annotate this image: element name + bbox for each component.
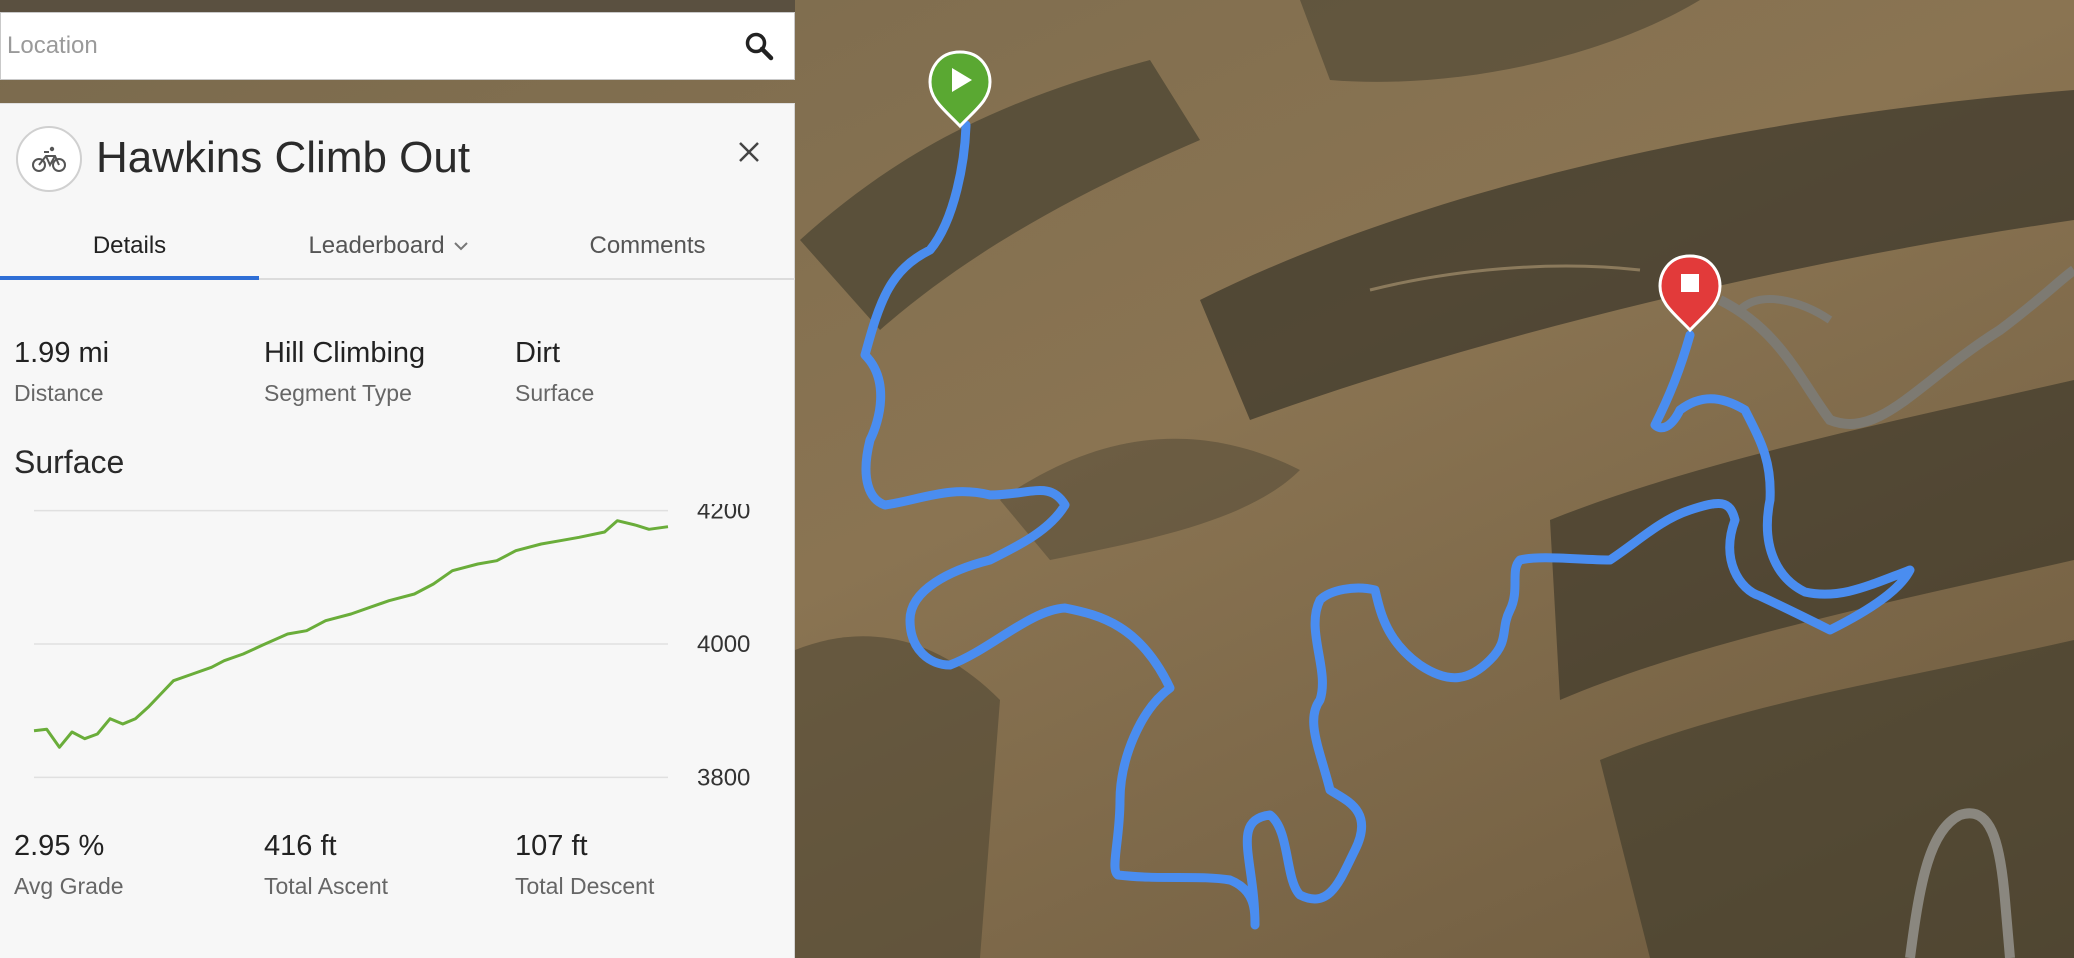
stat-value: 107 ft bbox=[515, 830, 588, 862]
panel-tabs: Details Leaderboard Comments bbox=[0, 214, 795, 280]
section-title: Surface bbox=[14, 444, 125, 480]
chevron-down-icon bbox=[453, 242, 468, 251]
tab-leaderboard[interactable]: Leaderboard bbox=[259, 214, 518, 278]
close-icon[interactable] bbox=[729, 132, 769, 172]
stat-label: Surface bbox=[515, 380, 595, 406]
tab-details[interactable]: Details bbox=[0, 214, 259, 280]
segment-details-panel: Hawkins Climb Out Details Leaderboard Co… bbox=[0, 103, 795, 958]
stat-label: Total Descent bbox=[515, 873, 655, 899]
stat-label: Total Ascent bbox=[264, 873, 389, 899]
tab-label: Comments bbox=[589, 232, 706, 259]
stat-value: Hill Climbing bbox=[264, 337, 426, 369]
stat-total-descent: 107 ft Total Descent bbox=[515, 830, 654, 900]
stat-label: Segment Type bbox=[264, 380, 412, 406]
elevation-chart: 4200 4000 3800 bbox=[0, 498, 795, 814]
y-tick-label: 4200 bbox=[697, 504, 750, 525]
stat-value: 1.99 mi bbox=[14, 337, 110, 369]
tab-comments[interactable]: Comments bbox=[518, 214, 777, 278]
stat-label: Distance bbox=[14, 380, 104, 406]
tab-label: Leaderboard bbox=[308, 232, 445, 259]
ridge-shadow bbox=[795, 636, 1000, 958]
y-tick-label: 4000 bbox=[697, 631, 750, 658]
bicycle-icon bbox=[16, 126, 82, 192]
segment-title: Hawkins Climb Out bbox=[96, 133, 471, 182]
stat-label: Avg Grade bbox=[14, 873, 124, 899]
stat-value: 2.95 % bbox=[14, 830, 105, 862]
y-tick-label: 3800 bbox=[697, 764, 750, 791]
stat-segment-type: Hill Climbing Segment Type bbox=[264, 337, 425, 407]
stat-value: Dirt bbox=[515, 337, 561, 369]
panel-header: Hawkins Climb Out bbox=[0, 104, 795, 214]
stat-surface: Dirt Surface bbox=[515, 337, 594, 407]
elevation-line bbox=[33, 519, 669, 749]
location-search-bar bbox=[0, 12, 795, 80]
search-icon[interactable] bbox=[724, 13, 794, 79]
elevation-chart-svg: 4200 4000 3800 bbox=[33, 498, 750, 791]
tab-label: Details bbox=[92, 232, 167, 259]
stat-value: 416 ft bbox=[264, 830, 337, 862]
ridge-shadow bbox=[0, 0, 795, 12]
stat-avg-grade: 2.95 % Avg Grade bbox=[14, 830, 124, 900]
location-search-input[interactable] bbox=[1, 13, 724, 79]
stat-distance: 1.99 mi Distance bbox=[14, 337, 109, 407]
stat-total-ascent: 416 ft Total Ascent bbox=[264, 830, 388, 900]
